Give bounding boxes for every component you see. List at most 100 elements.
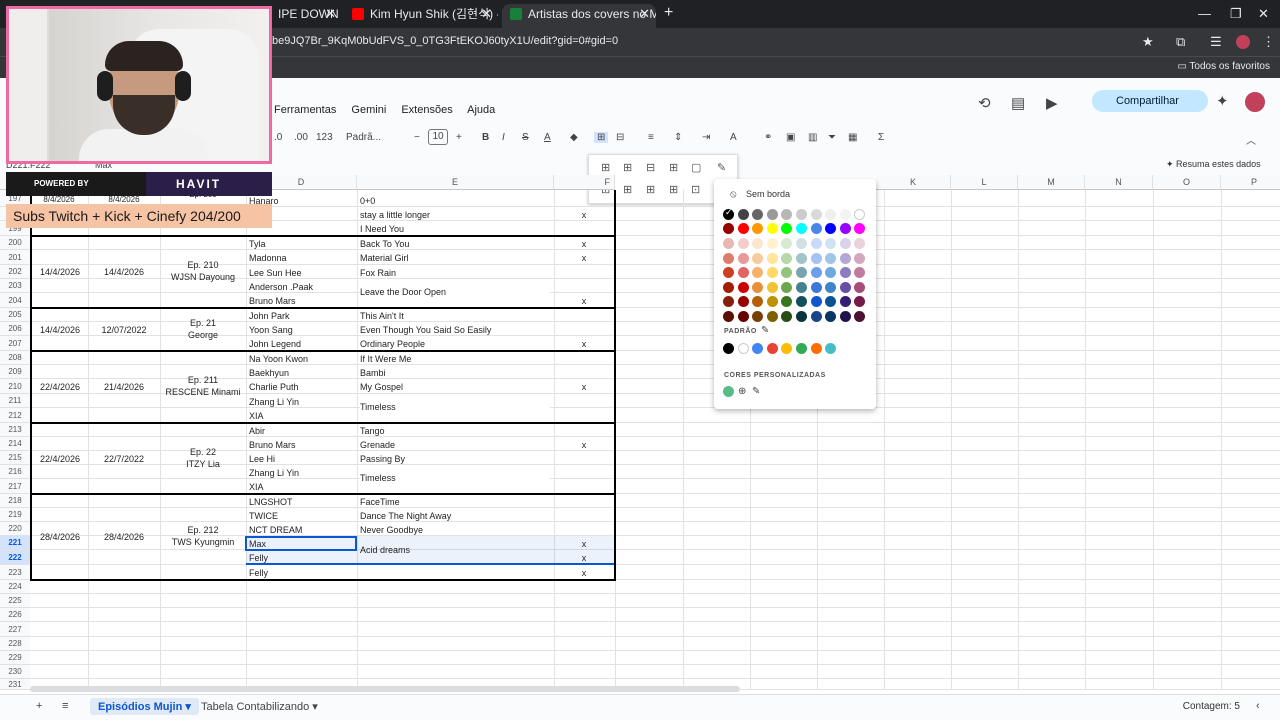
color-swatch[interactable] xyxy=(854,209,866,220)
menu-tools[interactable]: Ferramentas xyxy=(274,104,336,116)
color-swatch[interactable] xyxy=(825,209,837,220)
fill-color-icon[interactable]: ◆ xyxy=(570,132,578,143)
color-swatch[interactable] xyxy=(752,296,764,308)
row-header[interactable]: 231 xyxy=(0,679,30,690)
share-button[interactable]: Compartilhar xyxy=(1092,90,1208,112)
cell-artist[interactable]: Anderson .Paak xyxy=(249,280,355,294)
bold-icon[interactable]: B xyxy=(482,132,489,143)
row-header[interactable]: 208 xyxy=(0,351,30,365)
row-header[interactable]: 219 xyxy=(0,508,30,522)
cell-song[interactable]: Passing By xyxy=(360,452,550,466)
sheet-tab[interactable]: Tabela Contabilizando ▾ xyxy=(201,700,318,713)
row-header[interactable]: 212 xyxy=(0,408,30,423)
more-icon[interactable]: ⋮ xyxy=(1262,34,1275,50)
color-swatch[interactable] xyxy=(825,311,837,322)
cell-artist[interactable]: Bruno Mars xyxy=(249,294,355,308)
color-swatch[interactable] xyxy=(810,281,822,293)
color-swatch[interactable] xyxy=(796,296,807,308)
cell-song[interactable]: stay a little longer xyxy=(360,208,550,222)
color-swatch[interactable] xyxy=(854,296,866,308)
color-swatch[interactable] xyxy=(810,238,822,249)
cell-artist[interactable]: Charlie Puth xyxy=(249,380,355,394)
color-swatch[interactable] xyxy=(796,267,807,279)
color-swatch[interactable] xyxy=(766,252,778,264)
borders-icon[interactable]: ⊞ xyxy=(594,132,609,143)
row-header[interactable]: 202 xyxy=(0,265,30,279)
column-header-e[interactable]: E xyxy=(357,175,554,190)
cell-flag[interactable]: x xyxy=(556,438,612,452)
color-swatch[interactable] xyxy=(825,267,837,279)
cell-artist[interactable]: NCT DREAM xyxy=(249,523,355,537)
color-swatch[interactable] xyxy=(839,267,851,279)
standard-color-swatch[interactable] xyxy=(752,343,764,354)
chart-icon[interactable]: ▥ xyxy=(808,132,817,143)
color-swatch[interactable] xyxy=(781,267,793,279)
color-swatch[interactable] xyxy=(723,252,734,264)
horizontal-scrollbar[interactable] xyxy=(30,686,740,692)
color-swatch[interactable] xyxy=(737,311,749,322)
color-swatch[interactable] xyxy=(781,252,793,264)
cell-date[interactable]: 22/4/2026 xyxy=(32,380,88,394)
cell-song[interactable]: Grenade xyxy=(360,438,550,452)
cell-guest[interactable]: WJSN Dayoung xyxy=(160,270,246,284)
cell-date[interactable]: 14/4/2026 xyxy=(32,265,88,279)
row-header[interactable]: 205 xyxy=(0,308,30,322)
cell-artist[interactable]: LNGSHOT xyxy=(249,495,355,509)
cell-date[interactable]: 14/4/2026 xyxy=(32,323,88,337)
color-swatch[interactable] xyxy=(796,281,807,293)
color-swatch[interactable] xyxy=(854,238,866,249)
column-header-n[interactable]: N xyxy=(1085,175,1153,190)
color-swatch[interactable] xyxy=(781,311,793,322)
standard-color-swatch[interactable] xyxy=(796,343,807,354)
sheet-tab-active[interactable]: Episódios Mujin ▾ xyxy=(90,698,199,715)
color-swatch[interactable] xyxy=(752,267,764,279)
strikethrough-icon[interactable]: S xyxy=(522,132,529,143)
color-swatch[interactable] xyxy=(839,296,851,308)
color-swatch[interactable] xyxy=(723,311,734,322)
cell-guest[interactable]: George xyxy=(160,328,246,342)
profile-avatar[interactable] xyxy=(1236,35,1250,49)
color-swatch[interactable] xyxy=(839,252,851,264)
color-swatch[interactable] xyxy=(766,281,778,293)
row-header[interactable]: 221 xyxy=(0,536,30,550)
cell-artist[interactable]: Baekhyun xyxy=(249,366,355,380)
row-header[interactable]: 229 xyxy=(0,651,30,665)
browser-tab[interactable]: IPE DOWN ✕ xyxy=(270,4,342,28)
row-header[interactable]: 225 xyxy=(0,594,30,608)
cell-date[interactable]: 22/4/2026 xyxy=(32,452,88,466)
standard-color-swatch[interactable] xyxy=(766,343,778,354)
insert-comment-icon[interactable]: ▣ xyxy=(786,132,795,143)
color-swatch[interactable] xyxy=(766,223,778,234)
cell-song[interactable]: Ordinary People xyxy=(360,337,550,351)
border-clear-icon[interactable]: ⊡ xyxy=(691,183,700,196)
standard-color-swatch[interactable] xyxy=(825,343,837,354)
cell-artist[interactable]: Madonna xyxy=(249,251,355,265)
color-swatch[interactable] xyxy=(810,209,822,220)
color-swatch[interactable] xyxy=(839,238,851,249)
font-size-input[interactable]: 10 xyxy=(428,129,448,145)
font-size-increase-icon[interactable]: + xyxy=(456,132,462,143)
color-swatch[interactable] xyxy=(752,311,764,322)
cell-song-merged[interactable]: Acid dreams xyxy=(360,543,550,557)
border-right-icon[interactable]: ⊞ xyxy=(646,183,655,196)
color-swatch[interactable] xyxy=(766,238,778,249)
color-swatch[interactable] xyxy=(796,252,807,264)
color-swatch[interactable] xyxy=(752,238,764,249)
color-swatch[interactable] xyxy=(825,296,837,308)
star-icon[interactable]: ★ xyxy=(1142,34,1154,50)
eyedropper-icon[interactable]: ✎ xyxy=(752,386,760,397)
row-header[interactable]: 228 xyxy=(0,637,30,651)
cell-flag[interactable]: x xyxy=(556,380,612,394)
row-header[interactable]: 209 xyxy=(0,365,30,379)
filter-icon[interactable]: ⏷ xyxy=(828,132,836,143)
close-window-icon[interactable]: ✕ xyxy=(1258,6,1269,22)
color-swatch[interactable] xyxy=(810,311,822,322)
all-bookmarks[interactable]: ▭ Todos os favoritos xyxy=(1177,61,1270,72)
border-color-icon[interactable]: ✎ xyxy=(717,161,726,174)
cell-flag[interactable]: x xyxy=(556,208,612,222)
row-header[interactable]: 218 xyxy=(0,494,30,508)
filter-views-icon[interactable]: ▦ xyxy=(848,132,857,143)
cell-artist[interactable]: Yoon Sang xyxy=(249,323,355,337)
row-header[interactable]: 215 xyxy=(0,451,30,465)
cell-date[interactable]: 28/4/2026 xyxy=(88,530,160,544)
